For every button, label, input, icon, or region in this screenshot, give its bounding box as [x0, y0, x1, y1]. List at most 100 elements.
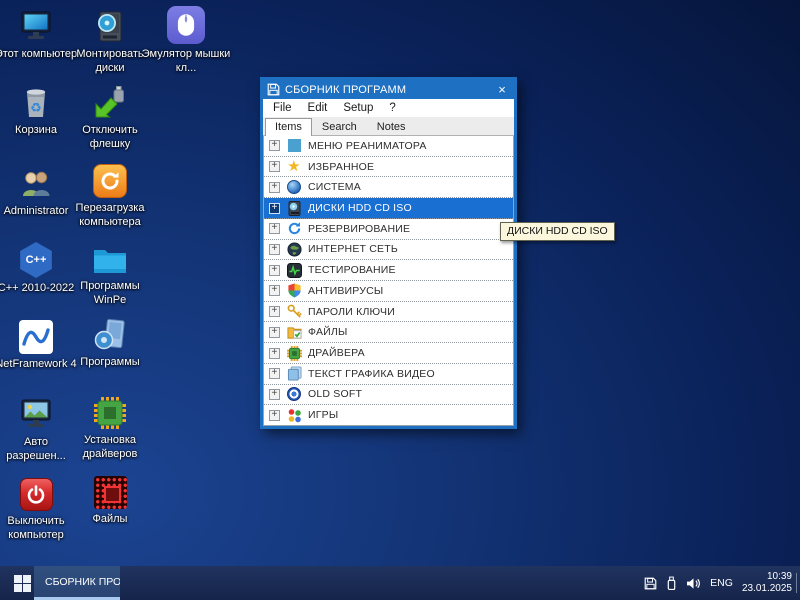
list-item-label: OLD SOFT — [308, 388, 362, 400]
menu-help[interactable]: ? — [381, 102, 403, 114]
list-item-selected[interactable]: ДИСКИ HDD CD ISO — [264, 198, 513, 219]
window-title: СБОРНИК ПРОГРАММ — [285, 84, 489, 96]
usb-icon[interactable] — [666, 576, 677, 591]
keys-icon — [286, 304, 302, 320]
menu-setup[interactable]: Setup — [335, 102, 381, 114]
desktop-icon-label: Программы — [68, 355, 152, 369]
list-item[interactable]: ИЗБРАННОЕ — [264, 157, 513, 178]
show-desktop-button[interactable] — [796, 573, 797, 593]
category-list: МЕНЮ РЕАНИМАТОРА ИЗБРАННОЕ СИСТЕМА ДИСКИ… — [263, 136, 514, 426]
expand-icon[interactable] — [269, 223, 280, 234]
dotnet-wave-icon — [0, 316, 72, 354]
expand-icon[interactable] — [269, 203, 280, 214]
blue-square-icon — [286, 138, 302, 154]
list-item-label: АНТИВИРУСЫ — [308, 285, 383, 297]
tooltip: ДИСКИ HDD CD ISO — [500, 222, 615, 241]
desktop-icon-label: Перезагрузка компьютера — [68, 201, 152, 229]
folder-icon — [74, 238, 146, 276]
cpp-hexagon-icon: C++ — [0, 240, 72, 278]
tab-bar: Items Search Notes — [263, 117, 514, 136]
clock-date: 23.01.2025 — [742, 583, 792, 596]
expand-icon[interactable] — [269, 306, 280, 317]
taskbar-task-button[interactable]: СБОРНИК ПРОГРА... — [34, 566, 120, 600]
expand-icon[interactable] — [269, 244, 280, 255]
this-computer-icon — [0, 6, 72, 44]
desktop-icon-label: Выключить компьютер — [0, 514, 78, 542]
expand-icon[interactable] — [269, 140, 280, 151]
expand-icon[interactable] — [269, 265, 280, 276]
power-off-icon — [0, 473, 72, 511]
menu-edit[interactable]: Edit — [300, 102, 336, 114]
list-item-label: ИНТЕРНЕТ СЕТЬ — [308, 243, 398, 255]
expand-icon[interactable] — [269, 410, 280, 421]
disc-ring-icon — [286, 386, 302, 402]
desktop-icon-label: Программы WinPe — [68, 279, 152, 307]
expand-icon[interactable] — [269, 389, 280, 400]
folder-check-icon — [286, 324, 302, 340]
volume-icon[interactable] — [686, 577, 701, 590]
task-button-label: СБОРНИК ПРОГРА... — [45, 576, 120, 588]
desktop-icon-shutdown[interactable]: Выключить компьютер — [0, 473, 72, 542]
list-item-label: ДРАЙВЕРА — [308, 347, 365, 359]
desktop-icon-label: Отключить флешку — [68, 123, 152, 151]
list-item-label: МЕНЮ РЕАНИМАТОРА — [308, 140, 427, 152]
expand-icon[interactable] — [269, 327, 280, 338]
expand-icon[interactable] — [269, 161, 280, 172]
star-icon — [286, 159, 302, 175]
floppy-icon[interactable] — [644, 577, 657, 590]
tab-items[interactable]: Items — [265, 118, 312, 136]
taskbar: СБОРНИК ПРОГРА... ENG 10:39 23.01.2025 — [0, 566, 800, 600]
list-item[interactable]: ИНТЕРНЕТ СЕТЬ — [264, 240, 513, 261]
list-item[interactable]: OLD SOFT — [264, 385, 513, 406]
auto-resolution-icon — [0, 394, 72, 432]
desktop-icon-restart[interactable]: Перезагрузка компьютера — [74, 160, 146, 229]
expand-icon[interactable] — [269, 348, 280, 359]
desktop-icon-recycle-bin[interactable]: ♻ Корзина — [0, 82, 72, 137]
list-item[interactable]: СИСТЕМА — [264, 177, 513, 198]
list-item-label: РЕЗЕРВИРОВАНИЕ — [308, 223, 410, 235]
expand-icon[interactable] — [269, 368, 280, 379]
list-item[interactable]: ФАЙЛЫ — [264, 322, 513, 343]
desktop-icon-eject-usb[interactable]: Отключить флешку — [74, 82, 146, 151]
close-icon[interactable]: × — [494, 82, 510, 98]
menu-file[interactable]: File — [265, 102, 300, 114]
system-tray: ENG 10:39 23.01.2025 — [644, 566, 792, 600]
list-item[interactable]: ИГРЫ — [264, 405, 513, 425]
list-item[interactable]: ТЕКСТ ГРАФИКА ВИДЕО — [264, 364, 513, 385]
menu-bar: File Edit Setup ? — [263, 99, 514, 117]
list-item[interactable]: ДРАЙВЕРА — [264, 343, 513, 364]
list-item[interactable]: МЕНЮ РЕАНИМАТОРА — [264, 136, 513, 157]
list-item[interactable]: ПАРОЛИ КЛЮЧИ — [264, 302, 513, 323]
tab-search[interactable]: Search — [312, 118, 367, 135]
list-item[interactable]: АНТИВИРУСЫ — [264, 281, 513, 302]
desktop-icon-this-computer[interactable]: Этот компьютер — [0, 6, 72, 61]
window-titlebar[interactable]: СБОРНИК ПРОГРАММ × — [263, 80, 514, 99]
list-item[interactable]: РЕЗЕРВИРОВАНИЕ — [264, 219, 513, 240]
desktop-icon-mouse-emulator[interactable]: Эмулятор мышки кл... — [146, 6, 226, 75]
desktop-icon-mount-disks[interactable]: Монтировать диски — [74, 6, 146, 75]
desktop-icon-administrator[interactable]: Administrator — [0, 163, 72, 218]
desktop-icon-auto-resolution[interactable]: Авто разрешен... — [0, 394, 72, 463]
sync-arrows-icon — [286, 221, 302, 237]
tab-notes[interactable]: Notes — [367, 118, 416, 135]
hdd-icon — [286, 200, 302, 216]
games-dots-icon — [286, 407, 302, 423]
desktop-icon-programs[interactable]: Программы — [74, 314, 146, 369]
list-item-label: ФАЙЛЫ — [308, 326, 348, 338]
clock-time: 10:39 — [742, 571, 792, 584]
list-item-label: СИСТЕМА — [308, 181, 361, 193]
files-grid-icon — [74, 471, 146, 509]
desktop-icon-winpe-programs[interactable]: Программы WinPe — [74, 238, 146, 307]
desktop-icon-driver-install[interactable]: Установка драйверов — [74, 392, 146, 461]
desktop-icon-cpp[interactable]: C++ C++ 2010-2022 — [0, 240, 72, 295]
list-item[interactable]: ТЕСТИРОВАНИЕ — [264, 260, 513, 281]
clock[interactable]: 10:39 23.01.2025 — [742, 571, 792, 596]
desktop-icon-label: C++ 2010-2022 — [0, 281, 78, 295]
desktop-icon-files[interactable]: Файлы — [74, 471, 146, 526]
desktop-icon-netframework[interactable]: NetFramework 4 — [0, 316, 72, 371]
expand-icon[interactable] — [269, 285, 280, 296]
language-indicator[interactable]: ENG — [710, 577, 733, 589]
desktop-icon-label: NetFramework 4 — [0, 357, 78, 371]
waveform-icon — [286, 262, 302, 278]
expand-icon[interactable] — [269, 182, 280, 193]
